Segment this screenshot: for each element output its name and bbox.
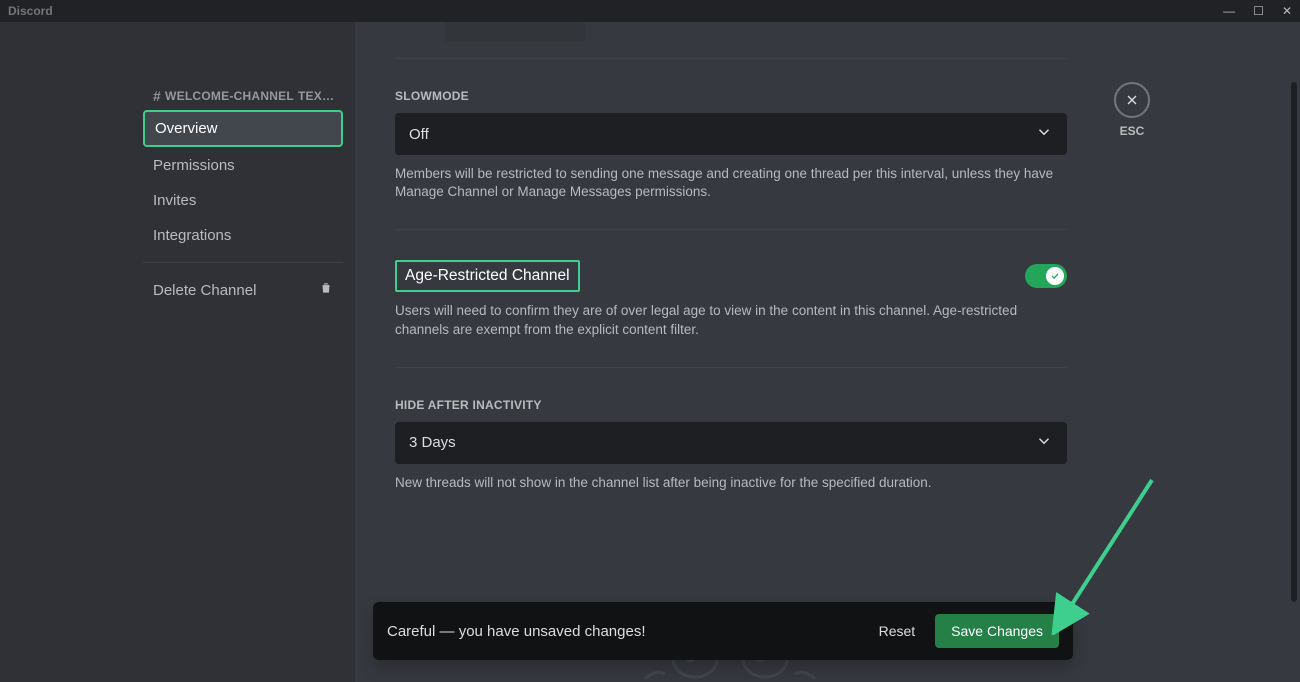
nav-invites[interactable]: Invites <box>143 184 343 217</box>
slowmode-header: Slowmode <box>395 89 1067 103</box>
sidebar-region: # WELCOME-CHANNEL TEX… Overview Permissi… <box>0 22 355 682</box>
nav-delete-channel[interactable]: Delete Channel <box>143 273 343 307</box>
age-restricted-label: Age-Restricted Channel <box>395 260 580 292</box>
content-scroll[interactable]: Slowmode Off Members will be restricted … <box>355 22 1300 682</box>
age-restricted-row: Age-Restricted Channel <box>395 260 1067 292</box>
reset-button[interactable]: Reset <box>879 623 916 639</box>
slowmode-select[interactable]: Off <box>395 113 1067 155</box>
nav-integrations[interactable]: Integrations <box>143 219 343 252</box>
content: Slowmode Off Members will be restricted … <box>355 22 1107 592</box>
unsaved-actions: Reset Save Changes <box>879 614 1059 648</box>
esc-container: ESC <box>1114 82 1150 138</box>
maximize-icon[interactable]: ☐ <box>1253 4 1264 18</box>
hide-inactivity-description: New threads will not show in the channel… <box>395 474 1067 492</box>
slowmode-section: Slowmode Off Members will be restricted … <box>395 89 1067 201</box>
hide-inactivity-select[interactable]: 3 Days <box>395 422 1067 464</box>
channel-header: # WELCOME-CHANNEL TEX… <box>143 82 343 110</box>
titlebar: Discord — ☐ ✕ <box>0 0 1300 22</box>
unsaved-changes-bar: Careful — you have unsaved changes! Rese… <box>373 602 1073 660</box>
window-controls: — ☐ ✕ <box>1223 4 1292 18</box>
close-settings-button[interactable] <box>1114 82 1150 118</box>
channel-suffix: TEX… <box>298 89 334 103</box>
nav-overview-label: Overview <box>155 120 218 137</box>
age-restricted-section: Age-Restricted Channel Users will need t… <box>395 260 1067 338</box>
nav-permissions[interactable]: Permissions <box>143 149 343 182</box>
hide-inactivity-header: Hide After Inactivity <box>395 398 1067 412</box>
nav-integrations-label: Integrations <box>153 227 231 244</box>
section-rule <box>395 367 1067 368</box>
section-rule <box>395 58 1067 59</box>
trash-icon <box>319 281 333 299</box>
slowmode-value: Off <box>409 126 429 143</box>
nav-overview[interactable]: Overview <box>143 110 343 147</box>
partial-section-top <box>395 22 1067 50</box>
slowmode-description: Members will be restricted to sending on… <box>395 165 1067 201</box>
nav-invites-label: Invites <box>153 192 196 209</box>
channel-name: WELCOME-CHANNEL <box>165 89 294 103</box>
delete-channel-label: Delete Channel <box>153 282 256 299</box>
save-changes-button[interactable]: Save Changes <box>935 614 1059 648</box>
chevron-down-icon <box>1035 123 1053 145</box>
unsaved-message: Careful — you have unsaved changes! <box>387 623 646 640</box>
hide-inactivity-value: 3 Days <box>409 434 456 451</box>
toggle-knob <box>1046 267 1064 285</box>
minimize-icon[interactable]: — <box>1223 4 1235 18</box>
nav-permissions-label: Permissions <box>153 157 235 174</box>
settings-sidebar: # WELCOME-CHANNEL TEX… Overview Permissi… <box>143 82 343 682</box>
section-rule <box>395 229 1067 230</box>
age-restricted-toggle[interactable] <box>1025 264 1067 288</box>
chevron-down-icon <box>1035 432 1053 454</box>
sidebar-divider <box>143 262 343 263</box>
content-region: Slowmode Off Members will be restricted … <box>355 22 1300 682</box>
close-window-icon[interactable]: ✕ <box>1282 4 1292 18</box>
hash-icon: # <box>153 88 161 104</box>
app-title: Discord <box>8 4 53 18</box>
esc-label: ESC <box>1120 124 1145 138</box>
age-restricted-description: Users will need to confirm they are of o… <box>395 302 1067 338</box>
app-body: # WELCOME-CHANNEL TEX… Overview Permissi… <box>0 22 1300 682</box>
hide-inactivity-section: Hide After Inactivity 3 Days New threads… <box>395 398 1067 492</box>
